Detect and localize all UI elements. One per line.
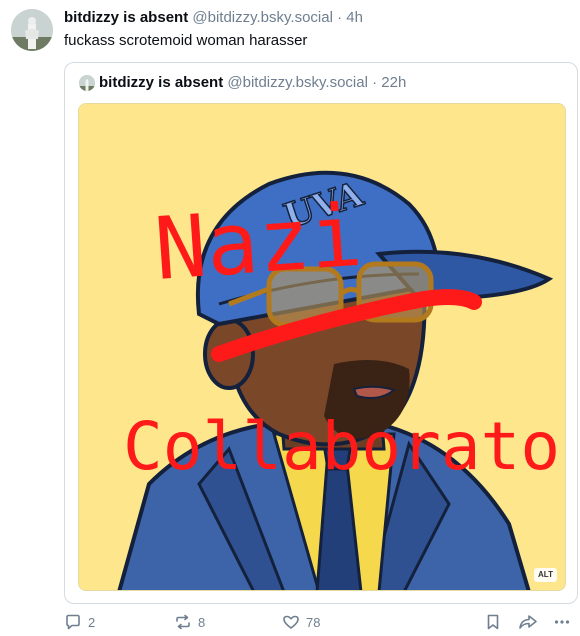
quoted-post[interactable]: bitdizzy is absent @bitdizzy.bsky.social…	[64, 62, 578, 604]
post-header: bitdizzy is absent @bitdizzy.bsky.social…	[64, 8, 363, 28]
post-time[interactable]: 4h	[346, 9, 363, 26]
bookmark-button[interactable]	[484, 612, 502, 632]
separator-dot: ·	[337, 9, 343, 26]
cartoon-illustration: UVA Nazi Collaborator	[79, 104, 566, 590]
overlay-word-nazi: Nazi	[151, 186, 365, 300]
quoted-avatar-image	[79, 75, 95, 91]
like-button[interactable]: 78	[282, 612, 320, 632]
avatar-image	[11, 9, 53, 51]
reply-count: 2	[88, 614, 96, 630]
quoted-author-avatar[interactable]	[79, 75, 95, 91]
repost-count: 8	[198, 614, 206, 630]
repost-icon	[174, 613, 192, 631]
share-icon	[518, 613, 538, 631]
quoted-post-time[interactable]: 22h	[381, 74, 406, 91]
reply-button[interactable]: 2	[64, 612, 95, 632]
share-button[interactable]	[518, 612, 538, 632]
quoted-post-header: bitdizzy is absent @bitdizzy.bsky.social…	[99, 73, 406, 93]
quoted-author-name[interactable]: bitdizzy is absent	[99, 74, 223, 91]
like-count: 78	[306, 614, 321, 630]
bookmark-icon	[484, 613, 502, 631]
more-button[interactable]	[553, 612, 571, 632]
quoted-separator-dot: ·	[372, 74, 378, 91]
post-text: fuckass scrotemoid woman harasser	[64, 32, 308, 49]
quoted-author-handle[interactable]: @bitdizzy.bsky.social	[227, 74, 368, 91]
action-bar: 2 8 78	[0, 608, 580, 634]
alt-badge[interactable]: ALT	[534, 568, 557, 582]
post[interactable]: bitdizzy is absent @bitdizzy.bsky.social…	[0, 0, 580, 636]
overlay-word-collaborator: Collaborator	[123, 408, 566, 485]
quoted-image[interactable]: UVA Nazi Collaborator ALT	[78, 103, 566, 591]
more-icon	[553, 613, 571, 631]
heart-icon	[282, 613, 300, 631]
repost-button[interactable]: 8	[174, 612, 205, 632]
reply-icon	[64, 613, 82, 631]
author-name[interactable]: bitdizzy is absent	[64, 9, 188, 26]
author-handle[interactable]: @bitdizzy.bsky.social	[192, 9, 333, 26]
author-avatar[interactable]	[11, 9, 53, 51]
